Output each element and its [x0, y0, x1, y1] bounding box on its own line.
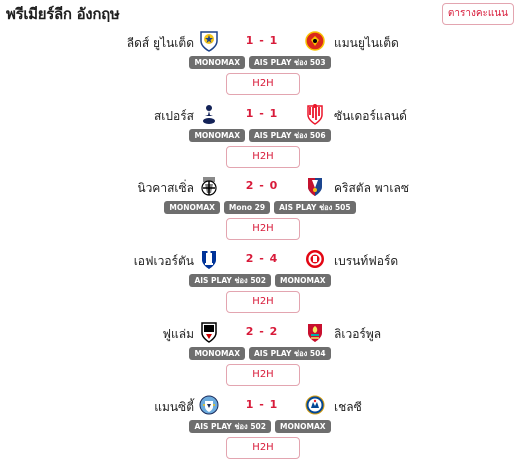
channel-badge: MONOMAX: [164, 201, 220, 214]
channel-badge: MONOMAX: [275, 274, 331, 287]
match-card: เอฟเวอร์ตัน 2 - 4 เบรนท์ฟอร์ด AIS PLAY ช…: [0, 248, 520, 320]
channel-badge: MONOMAX: [189, 129, 245, 142]
broadcast-channels: MONOMAX Mono 29 AIS PLAY ช่อง 505: [0, 201, 520, 214]
page-header: พรีเมียร์ลีก อังกฤษ ตารางคะแนน: [0, 0, 520, 28]
home-team-name[interactable]: นิวคาสเซิ่ล: [137, 179, 194, 198]
away-team-name[interactable]: ลิเวอร์พูล: [334, 325, 381, 344]
crystal-palace-crest-icon[interactable]: [305, 175, 325, 197]
man-city-crest-icon[interactable]: [199, 394, 219, 416]
brentford-crest-icon[interactable]: [305, 248, 325, 270]
home-team-name[interactable]: ลีดส์ ยูไนเต็ด: [127, 34, 194, 53]
everton-crest-icon[interactable]: [199, 248, 219, 270]
home-team-name[interactable]: เอฟเวอร์ตัน: [134, 252, 194, 271]
channel-badge: AIS PLAY ช่อง 503: [249, 56, 331, 69]
tottenham-crest-icon[interactable]: [199, 103, 219, 125]
h2h-button[interactable]: H2H: [226, 218, 300, 240]
standings-button[interactable]: ตารางคะแนน: [441, 3, 514, 25]
broadcast-channels: MONOMAX AIS PLAY ช่อง 503: [0, 56, 520, 69]
match-card: นิวคาสเซิ่ล 2 - 0 คริสตัล พาเลซ MONOMAX …: [0, 175, 520, 247]
away-team-name[interactable]: เบรนท์ฟอร์ด: [334, 252, 398, 271]
match-score: 1 - 1: [245, 34, 279, 47]
home-team-name[interactable]: ฟูแล่ม: [163, 325, 195, 344]
home-team-name[interactable]: สเปอร์ส: [154, 107, 194, 126]
channel-badge: AIS PLAY ช่อง 502: [189, 274, 271, 287]
newcastle-crest-icon[interactable]: [199, 175, 219, 197]
match-card: ลีดส์ ยูไนเต็ด 1 - 1 แมนยูไนเต็ด MONOMAX…: [0, 30, 520, 102]
h2h-button[interactable]: H2H: [226, 73, 300, 95]
match-score: 1 - 1: [245, 398, 279, 411]
match-score: 2 - 4: [245, 252, 279, 265]
h2h-button[interactable]: H2H: [226, 146, 300, 168]
h2h-button[interactable]: H2H: [226, 437, 300, 459]
page-title: พรีเมียร์ลีก อังกฤษ: [6, 5, 120, 23]
channel-badge: AIS PLAY ช่อง 505: [274, 201, 356, 214]
away-team-name[interactable]: คริสตัล พาเลซ: [334, 179, 409, 198]
channel-badge: AIS PLAY ช่อง 506: [249, 129, 331, 142]
h2h-button[interactable]: H2H: [226, 364, 300, 386]
home-team-name[interactable]: แมนซิตี้: [154, 398, 194, 417]
fulham-crest-icon[interactable]: [199, 321, 219, 343]
match-score: 1 - 1: [245, 107, 279, 120]
channel-badge: MONOMAX: [189, 347, 245, 360]
channel-badge: AIS PLAY ช่อง 504: [249, 347, 331, 360]
channel-badge: Mono 29: [223, 201, 271, 214]
broadcast-channels: AIS PLAY ช่อง 502 MONOMAX: [0, 274, 520, 287]
away-team-name[interactable]: เชลซี: [334, 398, 362, 417]
away-team-name[interactable]: ซันเดอร์แลนด์: [334, 107, 407, 126]
match-card: แมนซิตี้ 1 - 1 เชลซี AIS PLAY ช่อง 502 M…: [0, 394, 520, 466]
broadcast-channels: MONOMAX AIS PLAY ช่อง 504: [0, 347, 520, 360]
match-card: ฟูแล่ม 2 - 2 ลิเวอร์พูล MONOMAX AIS PLAY…: [0, 321, 520, 393]
match-card: สเปอร์ส 1 - 1 ซันเดอร์แลนด์ MONOMAX AIS …: [0, 103, 520, 175]
channel-badge: MONOMAX: [275, 420, 331, 433]
leeds-crest-icon[interactable]: [199, 30, 219, 52]
liverpool-crest-icon[interactable]: [305, 321, 325, 343]
broadcast-channels: MONOMAX AIS PLAY ช่อง 506: [0, 129, 520, 142]
broadcast-channels: AIS PLAY ช่อง 502 MONOMAX: [0, 420, 520, 433]
away-team-name[interactable]: แมนยูไนเต็ด: [334, 34, 399, 53]
chelsea-crest-icon[interactable]: [305, 394, 325, 416]
sunderland-crest-icon[interactable]: [305, 103, 325, 125]
match-score: 2 - 0: [245, 179, 279, 192]
match-score: 2 - 2: [245, 325, 279, 338]
channel-badge: MONOMAX: [189, 56, 245, 69]
h2h-button[interactable]: H2H: [226, 291, 300, 313]
man-utd-crest-icon[interactable]: [305, 30, 325, 52]
channel-badge: AIS PLAY ช่อง 502: [189, 420, 271, 433]
